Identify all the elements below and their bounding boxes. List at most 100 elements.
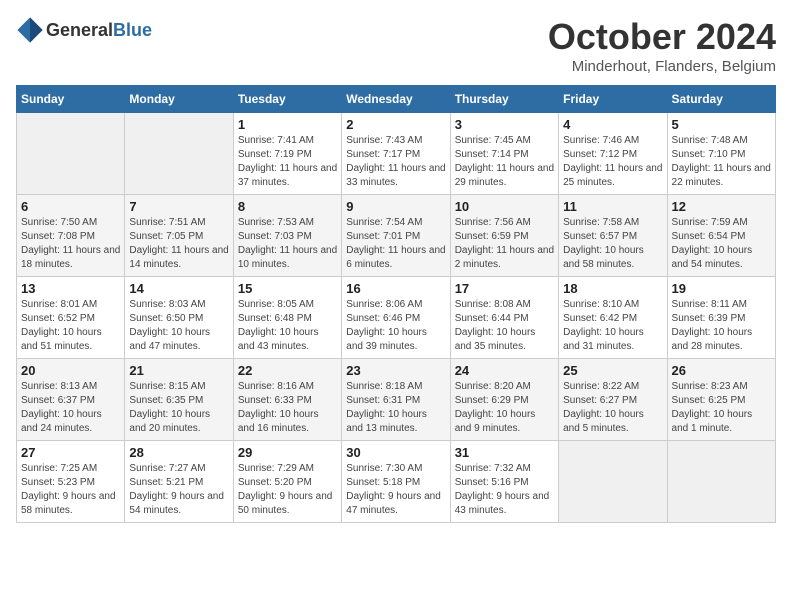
weekday-header: Saturday (667, 86, 775, 113)
day-info: Sunrise: 7:46 AMSunset: 7:12 PMDaylight:… (563, 134, 662, 190)
day-number: 28 (129, 445, 228, 460)
day-number: 11 (563, 199, 662, 214)
calendar-subtitle: Minderhout, Flanders, Belgium (548, 58, 776, 75)
day-info: Sunrise: 8:01 AMSunset: 6:52 PMDaylight:… (21, 298, 120, 354)
day-number: 10 (455, 199, 554, 214)
day-info: Sunrise: 8:05 AMSunset: 6:48 PMDaylight:… (238, 298, 337, 354)
day-info: Sunrise: 7:51 AMSunset: 7:05 PMDaylight:… (129, 216, 228, 272)
calendar-cell: 3 Sunrise: 7:45 AMSunset: 7:14 PMDaylight… (450, 113, 558, 195)
calendar-cell: 22Sunrise: 8:16 AMSunset: 6:33 PMDayligh… (233, 359, 341, 441)
calendar-cell: 7 Sunrise: 7:51 AMSunset: 7:05 PMDaylight… (125, 195, 233, 277)
calendar-cell: 6 Sunrise: 7:50 AMSunset: 7:08 PMDaylight… (17, 195, 125, 277)
day-number: 7 (129, 199, 228, 214)
calendar-cell (17, 113, 125, 195)
calendar-week-row: 13Sunrise: 8:01 AMSunset: 6:52 PMDayligh… (17, 277, 776, 359)
calendar-cell: 21 Sunrise: 8:15 AMSunset: 6:35 PMDayligh… (125, 359, 233, 441)
day-number: 19 (672, 281, 771, 296)
day-number: 20 (21, 363, 120, 378)
calendar-title: October 2024 (548, 16, 776, 58)
weekday-header: Friday (559, 86, 667, 113)
day-number: 31 (455, 445, 554, 460)
day-info: Sunrise: 8:08 AMSunset: 6:44 PMDaylight:… (455, 298, 554, 354)
calendar-cell: 1Sunrise: 7:41 AMSunset: 7:19 PMDaylight… (233, 113, 341, 195)
day-info: Sunrise: 7:56 AMSunset: 6:59 PMDaylight:… (455, 216, 554, 272)
calendar-cell: 2Sunrise: 7:43 AMSunset: 7:17 PMDaylight… (342, 113, 450, 195)
day-number: 17 (455, 281, 554, 296)
calendar-cell: 20 Sunrise: 8:13 AMSunset: 6:37 PMDayligh… (17, 359, 125, 441)
day-info: Sunrise: 7:29 AMSunset: 5:20 PMDaylight:… (238, 462, 337, 518)
calendar-cell: 25Sunrise: 8:22 AMSunset: 6:27 PMDayligh… (559, 359, 667, 441)
day-number: 24 (455, 363, 554, 378)
calendar-cell: 24 Sunrise: 8:20 AMSunset: 6:29 PMDayligh… (450, 359, 558, 441)
calendar-cell: 14 Sunrise: 8:03 AMSunset: 6:50 PMDayligh… (125, 277, 233, 359)
day-number: 29 (238, 445, 337, 460)
weekday-row: SundayMondayTuesdayWednesdayThursdayFrid… (17, 86, 776, 113)
calendar-cell: 17 Sunrise: 8:08 AMSunset: 6:44 PMDayligh… (450, 277, 558, 359)
calendar-cell: 26Sunrise: 8:23 AMSunset: 6:25 PMDayligh… (667, 359, 775, 441)
day-number: 14 (129, 281, 228, 296)
calendar-cell: 11 Sunrise: 7:58 AMSunset: 6:57 PMDayligh… (559, 195, 667, 277)
calendar-cell: 23 Sunrise: 8:18 AMSunset: 6:31 PMDayligh… (342, 359, 450, 441)
day-info: Sunrise: 7:41 AMSunset: 7:19 PMDaylight:… (238, 134, 337, 190)
day-info: Sunrise: 8:06 AMSunset: 6:46 PMDaylight:… (346, 298, 445, 354)
calendar-week-row: 20 Sunrise: 8:13 AMSunset: 6:37 PMDayligh… (17, 359, 776, 441)
day-info: Sunrise: 8:16 AMSunset: 6:33 PMDaylight:… (238, 380, 337, 436)
day-info: Sunrise: 7:45 AMSunset: 7:14 PMDaylight:… (455, 134, 554, 190)
calendar-cell: 19Sunrise: 8:11 AMSunset: 6:39 PMDayligh… (667, 277, 775, 359)
logo-blue: Blue (113, 20, 152, 40)
weekday-header: Sunday (17, 86, 125, 113)
calendar-table: SundayMondayTuesdayWednesdayThursdayFrid… (16, 85, 776, 523)
day-number: 23 (346, 363, 445, 378)
calendar-cell: 10 Sunrise: 7:56 AMSunset: 6:59 PMDayligh… (450, 195, 558, 277)
day-info: Sunrise: 7:30 AMSunset: 5:18 PMDaylight:… (346, 462, 445, 518)
day-number: 5 (672, 117, 771, 132)
calendar-cell: 4Sunrise: 7:46 AMSunset: 7:12 PMDaylight… (559, 113, 667, 195)
calendar-cell: 5Sunrise: 7:48 AMSunset: 7:10 PMDaylight… (667, 113, 775, 195)
logo-general: General (46, 20, 113, 40)
day-info: Sunrise: 8:03 AMSunset: 6:50 PMDaylight:… (129, 298, 228, 354)
day-number: 3 (455, 117, 554, 132)
calendar-cell: 12Sunrise: 7:59 AMSunset: 6:54 PMDayligh… (667, 195, 775, 277)
day-number: 6 (21, 199, 120, 214)
day-number: 2 (346, 117, 445, 132)
day-number: 16 (346, 281, 445, 296)
day-number: 27 (21, 445, 120, 460)
calendar-body: 1Sunrise: 7:41 AMSunset: 7:19 PMDaylight… (17, 113, 776, 523)
day-info: Sunrise: 7:50 AMSunset: 7:08 PMDaylight:… (21, 216, 120, 272)
calendar-week-row: 6 Sunrise: 7:50 AMSunset: 7:08 PMDaylight… (17, 195, 776, 277)
calendar-cell: 29 Sunrise: 7:29 AMSunset: 5:20 PMDayligh… (233, 441, 341, 523)
day-info: Sunrise: 7:25 AMSunset: 5:23 PMDaylight:… (21, 462, 120, 518)
day-info: Sunrise: 8:20 AMSunset: 6:29 PMDaylight:… (455, 380, 554, 436)
calendar-cell: 30 Sunrise: 7:30 AMSunset: 5:18 PMDayligh… (342, 441, 450, 523)
weekday-header: Tuesday (233, 86, 341, 113)
calendar-cell (125, 113, 233, 195)
weekday-header: Wednesday (342, 86, 450, 113)
day-number: 18 (563, 281, 662, 296)
day-info: Sunrise: 7:54 AMSunset: 7:01 PMDaylight:… (346, 216, 445, 272)
calendar-cell (559, 441, 667, 523)
page-header: GeneralBlue October 2024 Minderhout, Fla… (16, 16, 776, 75)
day-number: 15 (238, 281, 337, 296)
day-number: 9 (346, 199, 445, 214)
day-number: 30 (346, 445, 445, 460)
calendar-cell: 8 Sunrise: 7:53 AMSunset: 7:03 PMDaylight… (233, 195, 341, 277)
day-info: Sunrise: 8:13 AMSunset: 6:37 PMDaylight:… (21, 380, 120, 436)
day-info: Sunrise: 7:32 AMSunset: 5:16 PMDaylight:… (455, 462, 554, 518)
calendar-cell: 28Sunrise: 7:27 AMSunset: 5:21 PMDayligh… (125, 441, 233, 523)
day-number: 21 (129, 363, 228, 378)
day-number: 26 (672, 363, 771, 378)
logo: GeneralBlue (16, 16, 152, 44)
day-info: Sunrise: 7:58 AMSunset: 6:57 PMDaylight:… (563, 216, 662, 272)
day-number: 8 (238, 199, 337, 214)
day-number: 12 (672, 199, 771, 214)
title-block: October 2024 Minderhout, Flanders, Belgi… (548, 16, 776, 75)
day-info: Sunrise: 7:53 AMSunset: 7:03 PMDaylight:… (238, 216, 337, 272)
calendar-cell: 27 Sunrise: 7:25 AMSunset: 5:23 PMDayligh… (17, 441, 125, 523)
day-info: Sunrise: 8:18 AMSunset: 6:31 PMDaylight:… (346, 380, 445, 436)
day-info: Sunrise: 8:15 AMSunset: 6:35 PMDaylight:… (129, 380, 228, 436)
calendar-cell: 18 Sunrise: 8:10 AMSunset: 6:42 PMDayligh… (559, 277, 667, 359)
calendar-header: SundayMondayTuesdayWednesdayThursdayFrid… (17, 86, 776, 113)
calendar-week-row: 27 Sunrise: 7:25 AMSunset: 5:23 PMDayligh… (17, 441, 776, 523)
calendar-cell: 16 Sunrise: 8:06 AMSunset: 6:46 PMDayligh… (342, 277, 450, 359)
day-info: Sunrise: 8:10 AMSunset: 6:42 PMDaylight:… (563, 298, 662, 354)
